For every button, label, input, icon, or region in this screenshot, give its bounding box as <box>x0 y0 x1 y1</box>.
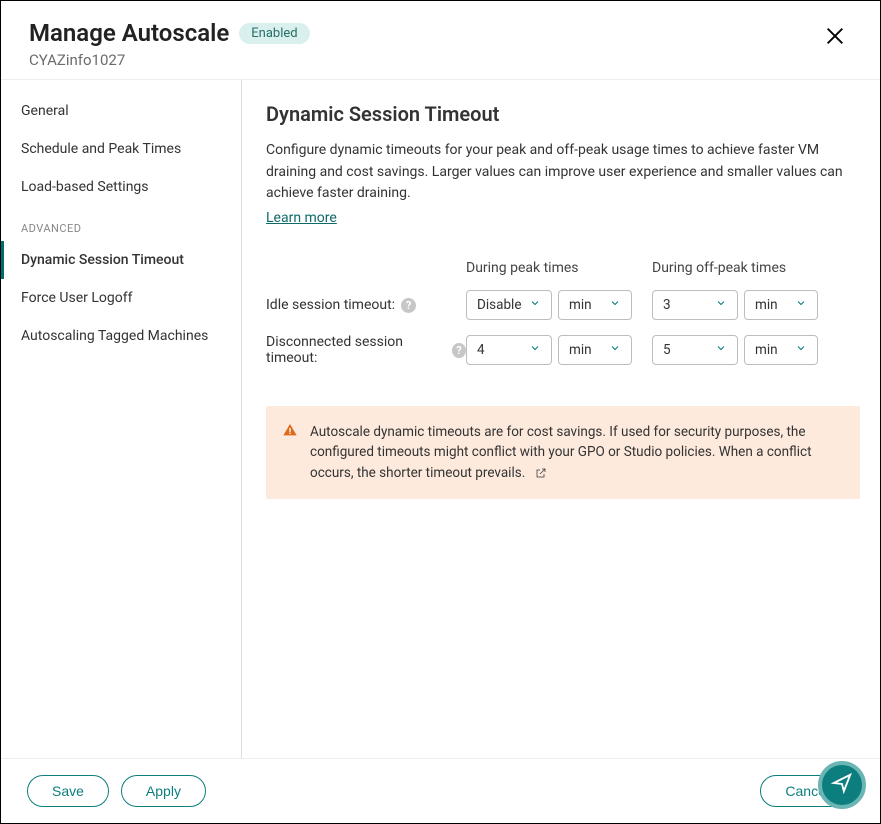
dropdown-value: min <box>755 342 778 358</box>
dropdown-value: 3 <box>663 297 671 313</box>
chevron-down-icon <box>795 297 807 313</box>
dropdown-value: min <box>569 342 592 358</box>
warning-banner: Autoscale dynamic timeouts are for cost … <box>266 406 860 499</box>
description-text: Configure dynamic timeouts for your peak… <box>266 140 860 205</box>
dropdown-value: Disable <box>477 297 521 313</box>
sidebar-item-load[interactable]: Load-based Settings <box>1 168 241 206</box>
sidebar-item-force-logoff[interactable]: Force User Logoff <box>1 279 241 317</box>
send-fab[interactable] <box>818 761 866 809</box>
sidebar-section-advanced: ADVANCED <box>1 206 241 241</box>
dropdown-value: min <box>755 297 778 313</box>
help-icon[interactable]: ? <box>401 298 416 313</box>
chevron-down-icon <box>529 342 541 358</box>
dropdown-value: min <box>569 297 592 313</box>
idle-timeout-label: Idle session timeout: <box>266 297 395 313</box>
dropdown-value: 5 <box>663 342 671 358</box>
chevron-down-icon <box>529 297 541 313</box>
apply-button[interactable]: Apply <box>121 775 206 807</box>
disc-offpeak-value-dropdown[interactable]: 5 <box>652 335 738 365</box>
external-link-icon[interactable] <box>535 467 547 479</box>
sidebar-item-schedule[interactable]: Schedule and Peak Times <box>1 130 241 168</box>
sidebar-item-general[interactable]: General <box>1 92 241 130</box>
chevron-down-icon <box>715 297 727 313</box>
close-button[interactable] <box>818 19 852 56</box>
subtitle: CYAZinfo1027 <box>29 51 310 69</box>
disc-peak-unit-dropdown[interactable]: min <box>558 335 632 365</box>
disc-offpeak-unit-dropdown[interactable]: min <box>744 335 818 365</box>
sidebar-item-tagged-machines[interactable]: Autoscaling Tagged Machines <box>1 317 241 355</box>
idle-offpeak-value-dropdown[interactable]: 3 <box>652 290 738 320</box>
learn-more-link[interactable]: Learn more <box>266 210 337 226</box>
idle-peak-unit-dropdown[interactable]: min <box>558 290 632 320</box>
send-icon <box>831 772 853 798</box>
disconnected-timeout-label: Disconnected session timeout: <box>266 334 446 366</box>
idle-offpeak-unit-dropdown[interactable]: min <box>744 290 818 320</box>
sidebar: General Schedule and Peak Times Load-bas… <box>1 80 242 758</box>
disc-peak-value-dropdown[interactable]: 4 <box>466 335 552 365</box>
close-icon <box>824 35 846 50</box>
column-header-peak: During peak times <box>466 260 652 276</box>
chevron-down-icon <box>609 297 621 313</box>
chevron-down-icon <box>795 342 807 358</box>
dialog-title: Manage Autoscale <box>29 19 229 47</box>
enabled-badge: Enabled <box>239 23 309 44</box>
main-panel: Dynamic Session Timeout Configure dynami… <box>242 80 880 758</box>
chevron-down-icon <box>609 342 621 358</box>
sidebar-item-dynamic-timeout[interactable]: Dynamic Session Timeout <box>1 241 241 279</box>
help-icon[interactable]: ? <box>452 343 466 358</box>
dropdown-value: 4 <box>477 342 485 358</box>
warning-icon <box>282 422 298 483</box>
page-heading: Dynamic Session Timeout <box>266 102 860 126</box>
column-header-offpeak: During off-peak times <box>652 260 838 276</box>
chevron-down-icon <box>715 342 727 358</box>
save-button[interactable]: Save <box>27 775 109 807</box>
warning-text: Autoscale dynamic timeouts are for cost … <box>310 424 812 481</box>
idle-peak-value-dropdown[interactable]: Disable <box>466 290 552 320</box>
